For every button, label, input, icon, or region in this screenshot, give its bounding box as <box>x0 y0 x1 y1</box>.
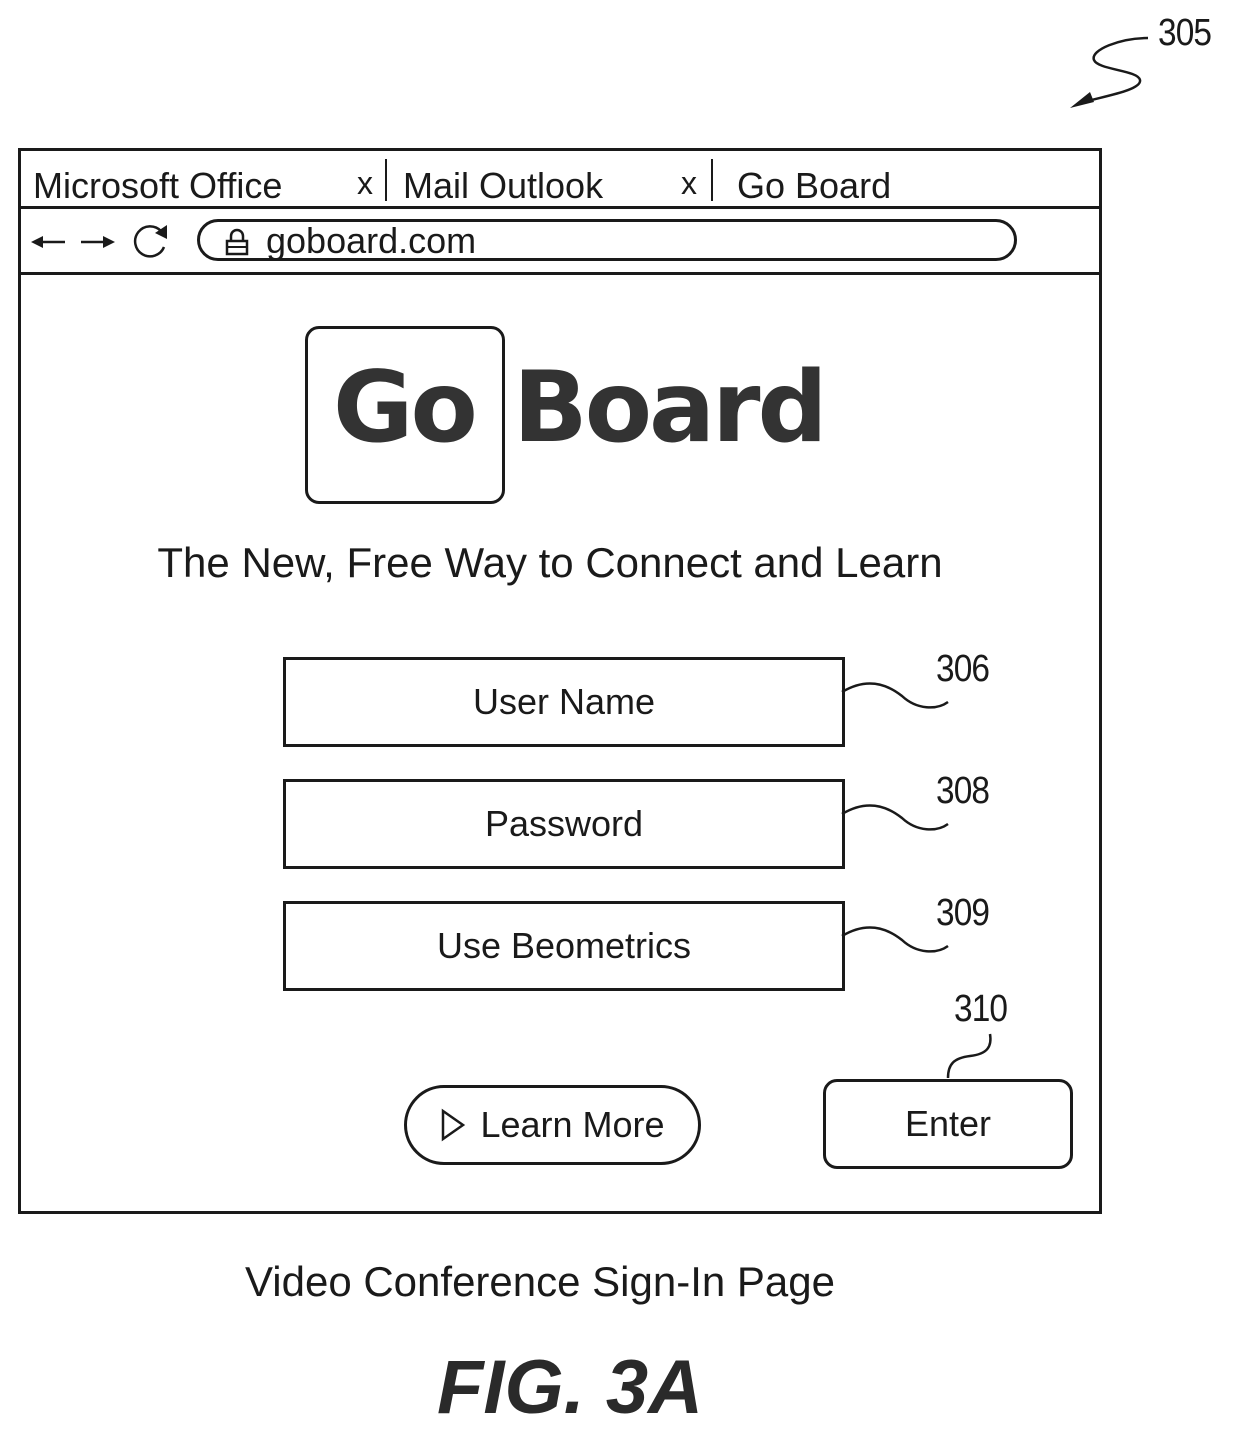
learn-more-button[interactable]: Learn More <box>404 1085 701 1165</box>
password-field[interactable]: Password <box>283 779 845 869</box>
close-tab-icon[interactable]: x <box>681 165 697 202</box>
url-text: goboard.com <box>266 220 477 261</box>
reload-icon[interactable] <box>129 221 171 263</box>
nav-bar: goboard.com <box>21 209 1099 275</box>
arrow-left-icon[interactable] <box>31 233 67 251</box>
figure-caption: Video Conference Sign-In Page <box>245 1258 835 1305</box>
tagline: The New, Free Way to Connect and Learn <box>157 539 943 586</box>
password-label: Password <box>484 803 644 844</box>
biometrics-label: Use Beometrics <box>436 925 692 966</box>
ref-numeral-310: 310 <box>954 988 1008 1030</box>
username-label: User Name <box>472 681 656 722</box>
tab-divider <box>711 159 713 201</box>
tab-mail-outlook[interactable]: Mail Outlook <box>403 165 603 207</box>
enter-button[interactable]: Enter <box>823 1079 1073 1169</box>
close-tab-icon[interactable]: x <box>357 165 373 202</box>
leader-line-310 <box>946 1033 992 1079</box>
ref-numeral-309: 309 <box>936 892 990 934</box>
arrow-right-icon[interactable] <box>79 233 115 251</box>
tab-microsoft-office[interactable]: Microsoft Office <box>33 165 282 207</box>
enter-label: Enter <box>904 1103 992 1144</box>
play-icon <box>442 1108 466 1142</box>
logo-board: Board <box>513 351 828 465</box>
learn-more-label: Learn More <box>480 1104 665 1145</box>
lock-icon <box>225 228 249 256</box>
ref-numeral-308: 308 <box>936 770 990 812</box>
figure-label: FIG. 3A <box>436 1345 704 1430</box>
address-bar[interactable]: goboard.com <box>197 219 1017 261</box>
logo-go: Go <box>333 351 478 465</box>
biometrics-button[interactable]: Use Beometrics <box>283 901 845 991</box>
tab-bar: Microsoft Office x Mail Outlook x Go Boa… <box>21 151 1099 209</box>
squiggle-arrow-icon <box>1070 36 1149 108</box>
tab-divider <box>385 159 387 201</box>
ref-numeral-305: 305 <box>1158 12 1212 54</box>
tab-go-board[interactable]: Go Board <box>737 165 891 207</box>
username-field[interactable]: User Name <box>283 657 845 747</box>
ref-numeral-306: 306 <box>936 648 990 690</box>
